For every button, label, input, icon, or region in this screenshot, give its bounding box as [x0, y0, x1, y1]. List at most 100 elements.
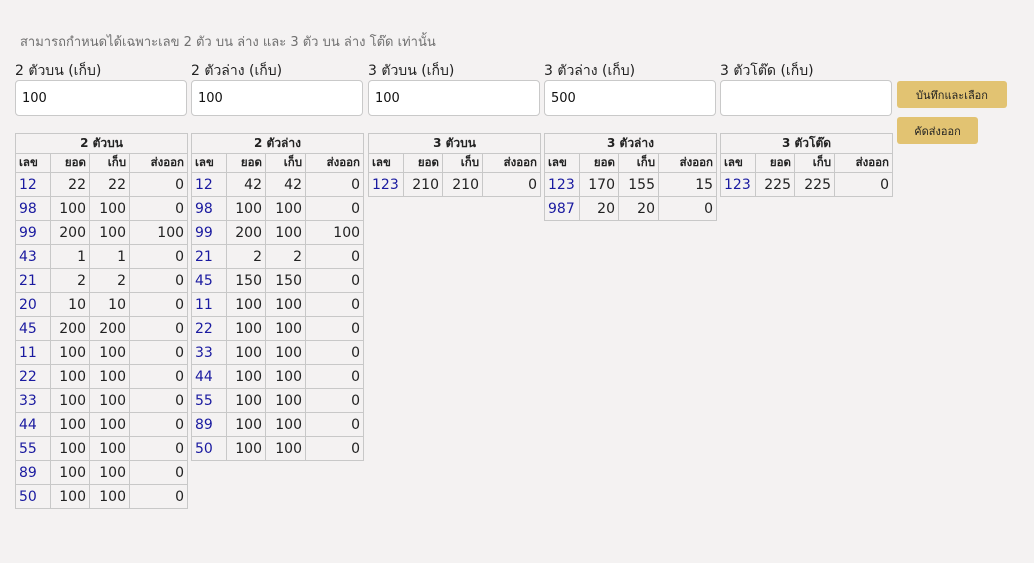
export-cell: 0 — [128, 364, 189, 389]
instruction-note: สามารถกำหนดได้เฉพาะเลข 2 ตัว บน ล่าง และ… — [20, 35, 436, 50]
export-cell: 0 — [304, 364, 365, 389]
export-header: ส่งออก — [304, 153, 365, 173]
export-cell: 0 — [304, 412, 365, 437]
keep-cell: 100 — [89, 340, 130, 365]
total-cell: 210 — [403, 172, 443, 197]
save-and-select-button[interactable]: บันทึกและเลือก — [897, 81, 1007, 108]
field-label: 2 ตัวบน (เก็บ) — [15, 63, 102, 79]
export-cell: 0 — [481, 172, 542, 197]
number-cell[interactable]: 12 — [191, 172, 227, 197]
number-cell[interactable]: 21 — [15, 268, 51, 293]
number-cell[interactable]: 98 — [15, 196, 51, 221]
table-row: 33 100 100 0 — [191, 340, 365, 365]
keep-header: เก็บ — [265, 153, 306, 173]
number-cell[interactable]: 55 — [191, 388, 227, 413]
export-cell: 0 — [304, 244, 365, 269]
number-cell[interactable]: 33 — [191, 340, 227, 365]
number-header: เลข — [544, 153, 580, 173]
table-row: 89 100 100 0 — [191, 412, 365, 437]
number-cell[interactable]: 11 — [191, 292, 227, 317]
number-cell[interactable]: 45 — [15, 316, 51, 341]
number-cell[interactable]: 99 — [15, 220, 51, 245]
total-cell: 100 — [226, 196, 266, 221]
number-cell[interactable]: 123 — [368, 172, 404, 197]
number-cell[interactable]: 33 — [15, 388, 51, 413]
table-row: 22 100 100 0 — [191, 316, 365, 341]
table-row: 43 1 1 0 — [15, 244, 189, 269]
total-cell: 10 — [50, 292, 90, 317]
export-cell: 0 — [304, 292, 365, 317]
number-cell[interactable]: 20 — [15, 292, 51, 317]
number-cell[interactable]: 89 — [15, 460, 51, 485]
table-row: 12 42 42 0 — [191, 172, 365, 197]
export-cell: 0 — [128, 460, 189, 485]
export-cell: 0 — [304, 316, 365, 341]
total-header: ยอด — [755, 153, 795, 173]
number-cell[interactable]: 55 — [15, 436, 51, 461]
number-cell[interactable]: 98 — [191, 196, 227, 221]
keep-3-top-input[interactable] — [368, 80, 540, 116]
number-cell[interactable]: 99 — [191, 220, 227, 245]
number-cell[interactable]: 123 — [544, 172, 580, 197]
export-cell: 0 — [128, 172, 189, 197]
table-row: 55 100 100 0 — [15, 436, 189, 461]
export-cell: 0 — [128, 340, 189, 365]
number-cell[interactable]: 45 — [191, 268, 227, 293]
number-cell[interactable]: 987 — [544, 196, 580, 221]
total-header: ยอด — [579, 153, 619, 173]
total-header: ยอด — [403, 153, 443, 173]
keep-cell: 100 — [265, 388, 306, 413]
total-cell: 225 — [755, 172, 795, 197]
total-cell: 2 — [226, 244, 266, 269]
total-cell: 20 — [579, 196, 619, 221]
keep-2-top-input[interactable] — [15, 80, 187, 116]
total-cell: 100 — [50, 460, 90, 485]
total-cell: 42 — [226, 172, 266, 197]
export-cell: 15 — [657, 172, 718, 197]
export-cell: 0 — [128, 436, 189, 461]
total-cell: 100 — [50, 340, 90, 365]
number-cell[interactable]: 11 — [15, 340, 51, 365]
keep-cell: 20 — [618, 196, 659, 221]
number-cell[interactable]: 21 — [191, 244, 227, 269]
field-label: 3 ตัวโต๊ด (เก็บ) — [720, 63, 814, 79]
total-cell: 100 — [226, 316, 266, 341]
number-cell[interactable]: 123 — [720, 172, 756, 197]
total-header: ยอด — [50, 153, 90, 173]
total-cell: 100 — [50, 196, 90, 221]
number-cell[interactable]: 44 — [15, 412, 51, 437]
number-cell[interactable]: 50 — [191, 436, 227, 461]
export-cell: 0 — [304, 196, 365, 221]
keep-3-tod-input[interactable] — [720, 80, 892, 116]
keep-3-bottom-input[interactable] — [544, 80, 716, 116]
keep-cell: 100 — [89, 364, 130, 389]
table-row: 123 225 225 0 — [720, 172, 894, 197]
keep-2-bottom-input[interactable] — [191, 80, 363, 116]
keep-header: เก็บ — [442, 153, 483, 173]
number-cell[interactable]: 44 — [191, 364, 227, 389]
number-cell[interactable]: 89 — [191, 412, 227, 437]
table-row: 11 100 100 0 — [191, 292, 365, 317]
number-cell[interactable]: 22 — [191, 316, 227, 341]
table-row: 21 2 2 0 — [191, 244, 365, 269]
table-row: 11 100 100 0 — [15, 340, 189, 365]
table-title: 3 ตัวโต๊ด — [719, 133, 894, 154]
total-cell: 100 — [226, 340, 266, 365]
number-cell[interactable]: 50 — [15, 484, 51, 509]
export-cell: 0 — [128, 268, 189, 293]
table-row: 20 10 10 0 — [15, 292, 189, 317]
table-row: 45 200 200 0 — [15, 316, 189, 341]
number-cell[interactable]: 12 — [15, 172, 51, 197]
export-button[interactable]: คัดส่งออก — [897, 117, 978, 144]
total-cell: 100 — [226, 364, 266, 389]
keep-cell: 42 — [265, 172, 306, 197]
number-cell[interactable]: 43 — [15, 244, 51, 269]
keep-cell: 100 — [89, 196, 130, 221]
number-cell[interactable]: 22 — [15, 364, 51, 389]
keep-header: เก็บ — [794, 153, 835, 173]
keep-cell: 100 — [265, 364, 306, 389]
total-cell: 1 — [50, 244, 90, 269]
keep-cell: 150 — [265, 268, 306, 293]
table-row: 45 150 150 0 — [191, 268, 365, 293]
export-cell: 0 — [304, 340, 365, 365]
